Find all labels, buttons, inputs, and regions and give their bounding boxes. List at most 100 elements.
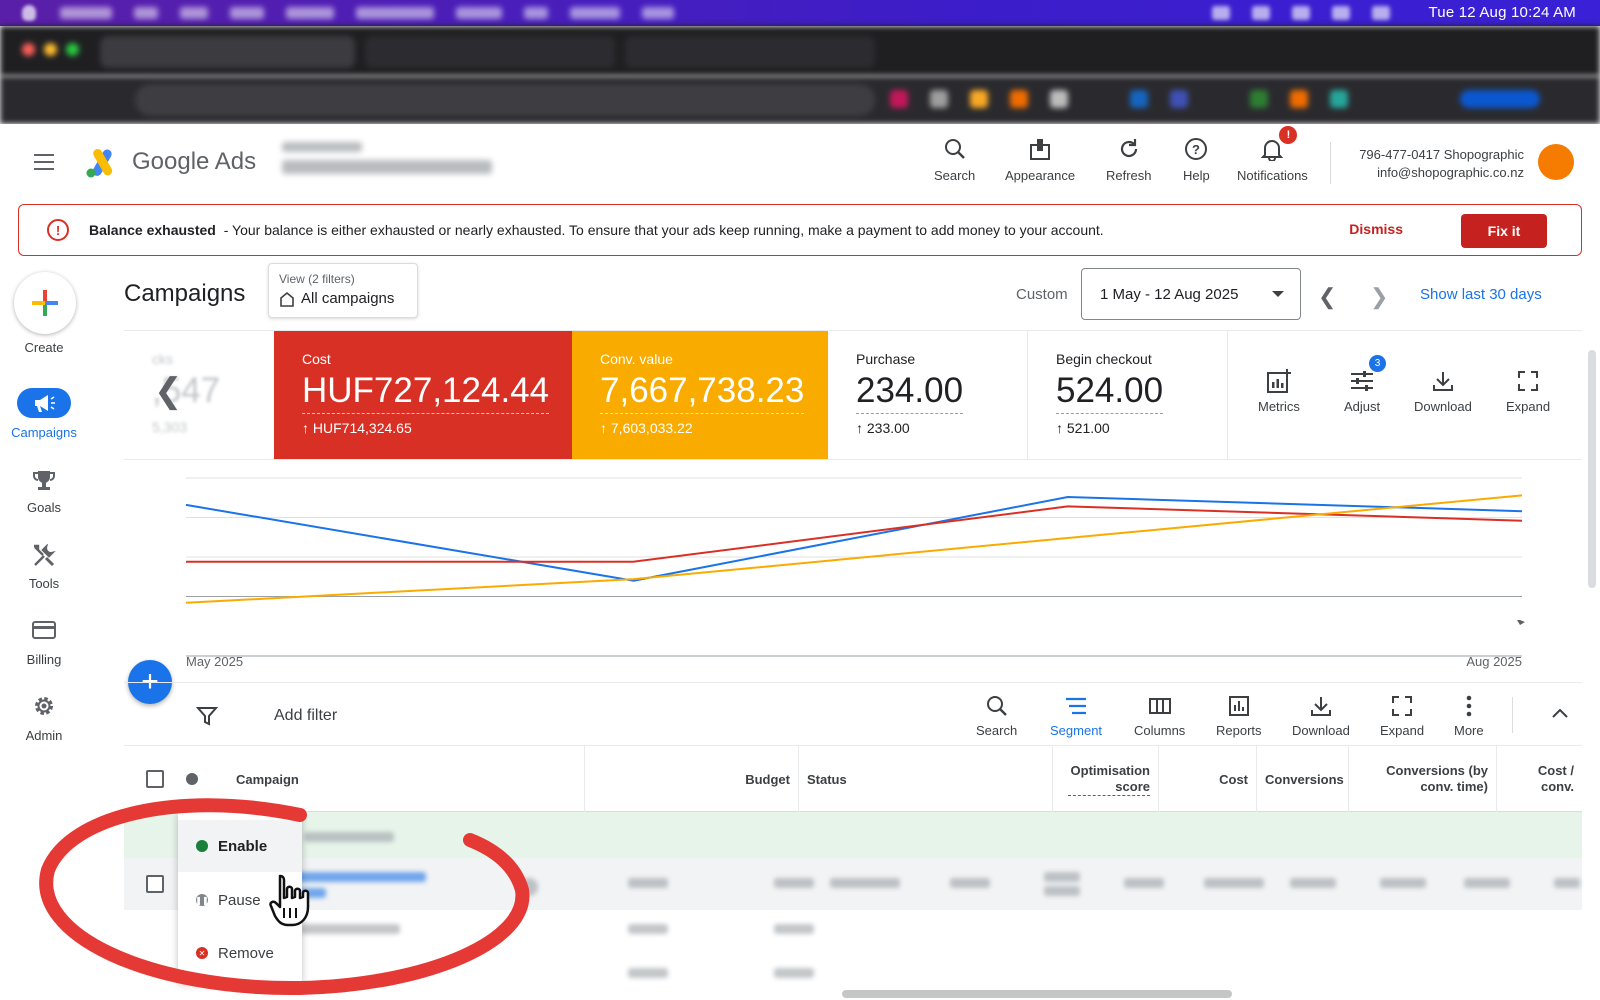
header-help-button[interactable]: ? Help xyxy=(1183,136,1210,183)
hand-pointer-cursor-icon xyxy=(269,874,310,927)
remove-icon: ✕ xyxy=(196,947,208,959)
col-status-label: Status xyxy=(807,771,847,787)
scorecard-previous: ↑ 233.00 xyxy=(856,420,910,436)
trophy-icon[interactable] xyxy=(30,466,58,494)
filter-icon[interactable] xyxy=(196,705,218,727)
menu-item-remove[interactable]: ✕ Remove xyxy=(178,927,302,979)
col-conversions[interactable]: Conversions xyxy=(1256,746,1348,812)
header-search-button[interactable]: Search xyxy=(934,136,975,183)
nav-goals-label[interactable]: Goals xyxy=(0,500,88,515)
hamburger-menu-icon[interactable] xyxy=(34,154,54,170)
header-refresh-button[interactable]: Refresh xyxy=(1106,136,1152,183)
alert-title: Balance exhausted xyxy=(89,222,216,238)
col-budget[interactable]: Budget xyxy=(584,746,798,812)
campaigns-icon xyxy=(35,395,55,412)
browser-address-bar xyxy=(0,76,1600,124)
adjust-badge: 3 xyxy=(1369,355,1387,372)
expand-icon xyxy=(1392,696,1413,716)
date-range-picker[interactable]: 1 May - 12 Aug 2025 xyxy=(1081,268,1301,320)
header-notifications-button[interactable]: ! Notifications xyxy=(1237,126,1308,183)
nav-campaigns-label[interactable]: Campaigns xyxy=(0,425,88,440)
create-button[interactable] xyxy=(14,272,76,334)
table-expand-button[interactable]: Expand xyxy=(1380,693,1424,738)
col-campaign-label: Campaign xyxy=(236,771,299,787)
columns-button[interactable]: Columns xyxy=(1134,693,1185,738)
tools-icon[interactable] xyxy=(30,542,58,570)
nav-admin-label[interactable]: Admin xyxy=(0,728,88,743)
chart-options-icon[interactable] xyxy=(1517,618,1525,625)
reports-button[interactable]: Reports xyxy=(1216,693,1262,738)
scorecard-begin-checkout[interactable]: Begin checkout 524.00 ↑ 521.00 xyxy=(1028,331,1228,459)
table-header: Campaign Budget Status Optimisation scor… xyxy=(124,746,1582,812)
header-notifications-label: Notifications xyxy=(1237,168,1308,183)
segment-button[interactable]: Segment xyxy=(1050,693,1102,738)
scorecard-value: 234.00 xyxy=(856,371,964,414)
scorecard-label: Conv. value xyxy=(600,351,673,367)
scorecard-prev-arrow-icon[interactable]: ❮ xyxy=(154,371,183,411)
vertical-scrollbar[interactable] xyxy=(1588,350,1596,588)
alert-message: - Your balance is either exhausted or ne… xyxy=(219,222,1104,238)
chevron-right-icon[interactable]: ❯ xyxy=(1370,284,1388,310)
apple-logo-icon[interactable] xyxy=(22,5,36,21)
avatar[interactable] xyxy=(1538,144,1574,180)
view-selector[interactable]: View (2 filters) All campaigns xyxy=(268,263,418,318)
chevron-left-icon[interactable]: ❮ xyxy=(1318,284,1336,310)
chevron-up-icon[interactable] xyxy=(1550,703,1570,723)
header-appearance-label: Appearance xyxy=(1005,168,1076,183)
status-filter-dot-icon[interactable] xyxy=(186,773,198,785)
chart-series xyxy=(185,494,1523,604)
col-conversions-by-time[interactable]: Conversions (by conv. time) xyxy=(1348,746,1496,812)
date-range-value: 1 May - 12 Aug 2025 xyxy=(1100,285,1239,303)
more-button[interactable]: More xyxy=(1454,693,1484,738)
account-selector-blurred[interactable] xyxy=(282,142,522,182)
scorecard-conv-value[interactable]: Conv. value 7,667,738.23 ↑ 7,603,033.22 xyxy=(572,331,828,459)
scorecard-purchase[interactable]: Purchase 234.00 ↑ 233.00 xyxy=(828,331,1028,459)
scorecard-download-button[interactable]: Download xyxy=(1414,367,1472,414)
horizontal-scrollbar[interactable] xyxy=(842,990,1232,998)
menu-item-enable[interactable]: Enable xyxy=(178,820,302,872)
adjust-button[interactable]: 3 Adjust xyxy=(1344,355,1387,414)
scorecard-expand-label: Expand xyxy=(1506,399,1551,414)
segment-label: Segment xyxy=(1050,723,1103,738)
select-all-checkbox[interactable] xyxy=(146,770,164,788)
expand-icon xyxy=(1518,371,1539,391)
scorecard-value: 7,667,738.23 xyxy=(600,371,805,414)
scorecard-previous: ↑ HUF714,324.65 xyxy=(302,420,412,436)
scorecard-value: HUF727,124.44 xyxy=(302,371,550,414)
col-cost[interactable]: Cost xyxy=(1158,746,1256,812)
nav-campaigns-button[interactable] xyxy=(17,388,71,418)
search-icon xyxy=(944,139,965,159)
metrics-icon xyxy=(1266,369,1291,393)
toolbar-divider xyxy=(1512,697,1513,733)
gear-icon[interactable] xyxy=(30,692,58,720)
scorecard-cost[interactable]: Cost HUF727,124.44 ↑ HUF714,324.65 xyxy=(274,331,572,459)
chart-series-line-2 xyxy=(185,494,1523,604)
add-filter-button[interactable]: Add filter xyxy=(274,707,337,725)
product-name: Google Ads xyxy=(132,148,257,175)
scorecard-expand-button[interactable]: Expand xyxy=(1506,367,1550,414)
dismiss-button[interactable]: Dismiss xyxy=(1349,221,1403,237)
header-refresh-label: Refresh xyxy=(1106,168,1152,183)
metrics-button[interactable]: Metrics xyxy=(1258,367,1300,414)
table-search-button[interactable]: Search xyxy=(976,693,1017,738)
nav-billing-label[interactable]: Billing xyxy=(0,652,88,667)
table-download-button[interactable]: Download xyxy=(1292,693,1350,738)
header-appearance-button[interactable]: Appearance xyxy=(1005,136,1075,183)
fix-it-button[interactable]: Fix it xyxy=(1461,214,1547,248)
clock: Tue 12 Aug 10:24 AM xyxy=(1428,4,1576,21)
table-body xyxy=(124,812,1582,1000)
col-cost-per-conv[interactable]: Cost / conv. xyxy=(1496,746,1582,812)
nav-tools-label[interactable]: Tools xyxy=(0,576,88,591)
col-optimisation-score[interactable]: Optimisation score xyxy=(1052,746,1158,812)
row-checkbox[interactable] xyxy=(146,875,164,893)
scorecard-label: Begin checkout xyxy=(1056,351,1152,367)
billing-icon[interactable] xyxy=(30,616,58,644)
reports-label: Reports xyxy=(1216,723,1262,738)
account-info[interactable]: 796-477-0417 Shopographic info@shopograp… xyxy=(1359,146,1524,182)
alert-text: Balance exhausted - Your balance is eith… xyxy=(89,222,1104,238)
segment-icon xyxy=(1066,697,1087,715)
refresh-icon xyxy=(1120,139,1137,158)
col-optimisation-label: Optimisation score xyxy=(1068,763,1150,796)
col-status[interactable]: Status xyxy=(798,746,1052,812)
show-last-30-days-link[interactable]: Show last 30 days xyxy=(1420,286,1542,303)
